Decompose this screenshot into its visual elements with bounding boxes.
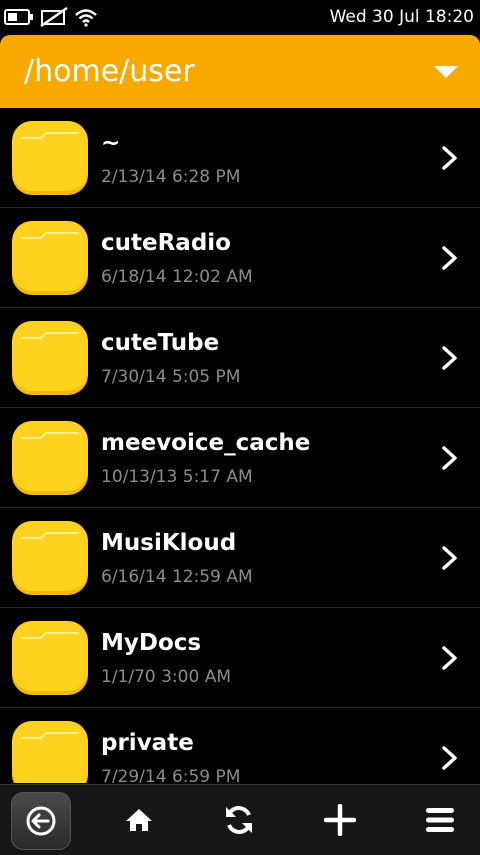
list-item[interactable]: cuteTube 7/30/14 5:05 PM — [0, 308, 480, 408]
signal-off-icon — [40, 7, 68, 27]
back-button[interactable] — [11, 792, 71, 850]
file-list[interactable]: ~ 2/13/14 6:28 PM cuteRadio 6/18/14 12:0… — [0, 108, 480, 783]
folder-icon — [12, 221, 88, 295]
refresh-icon — [226, 806, 252, 834]
folder-icon — [12, 721, 88, 783]
chevron-right-icon — [442, 446, 457, 470]
folder-icon — [12, 421, 88, 495]
status-icons — [4, 6, 98, 28]
folder-icon — [12, 121, 88, 195]
file-name: MyDocs — [101, 630, 202, 656]
file-name: meevoice_cache — [101, 430, 311, 456]
current-path: /home/user — [24, 54, 195, 89]
list-item[interactable]: MusiKloud 6/16/14 12:59 AM — [0, 508, 480, 608]
status-bar: Wed 30 Jul 18:20 — [0, 0, 480, 34]
file-date: 10/13/13 5:17 AM — [101, 467, 253, 487]
add-button[interactable] — [311, 792, 369, 848]
path-header[interactable]: /home/user — [0, 35, 480, 108]
folder-icon — [12, 521, 88, 595]
file-name: private — [101, 730, 194, 756]
list-item[interactable]: MyDocs 1/1/70 3:00 AM — [0, 608, 480, 708]
folder-icon — [12, 321, 88, 395]
file-date: 7/30/14 5:05 PM — [101, 367, 241, 387]
add-icon — [324, 804, 356, 836]
status-clock: Wed 30 Jul 18:20 — [329, 7, 474, 27]
menu-button[interactable] — [411, 792, 469, 848]
list-item[interactable]: ~ 2/13/14 6:28 PM — [0, 108, 480, 208]
chevron-right-icon — [442, 246, 457, 270]
file-date: 2/13/14 6:28 PM — [101, 167, 241, 187]
file-name: cuteRadio — [101, 230, 231, 256]
list-item[interactable]: private 7/29/14 6:59 PM — [0, 708, 480, 783]
home-button[interactable] — [110, 792, 168, 848]
file-name: ~ — [101, 130, 121, 156]
menu-icon — [426, 808, 454, 832]
home-icon — [126, 809, 152, 831]
chevron-right-icon — [442, 746, 457, 770]
refresh-button[interactable] — [210, 792, 268, 848]
chevron-right-icon — [442, 146, 457, 170]
bottom-toolbar — [0, 784, 480, 855]
back-icon — [26, 806, 56, 836]
file-date: 6/16/14 12:59 AM — [101, 567, 253, 587]
file-name: MusiKloud — [101, 530, 237, 556]
list-item[interactable]: cuteRadio 6/18/14 12:02 AM — [0, 208, 480, 308]
chevron-right-icon — [442, 346, 457, 370]
file-date: 7/29/14 6:59 PM — [101, 767, 241, 783]
folder-icon — [12, 621, 88, 695]
chevron-down-icon[interactable] — [434, 66, 458, 78]
wifi-icon — [75, 9, 97, 27]
file-name: cuteTube — [101, 330, 220, 356]
chevron-right-icon — [442, 546, 457, 570]
file-date: 1/1/70 3:00 AM — [101, 667, 231, 687]
chevron-right-icon — [442, 646, 457, 670]
list-item[interactable]: meevoice_cache 10/13/13 5:17 AM — [0, 408, 480, 508]
battery-icon — [4, 9, 33, 25]
file-date: 6/18/14 12:02 AM — [101, 267, 253, 287]
